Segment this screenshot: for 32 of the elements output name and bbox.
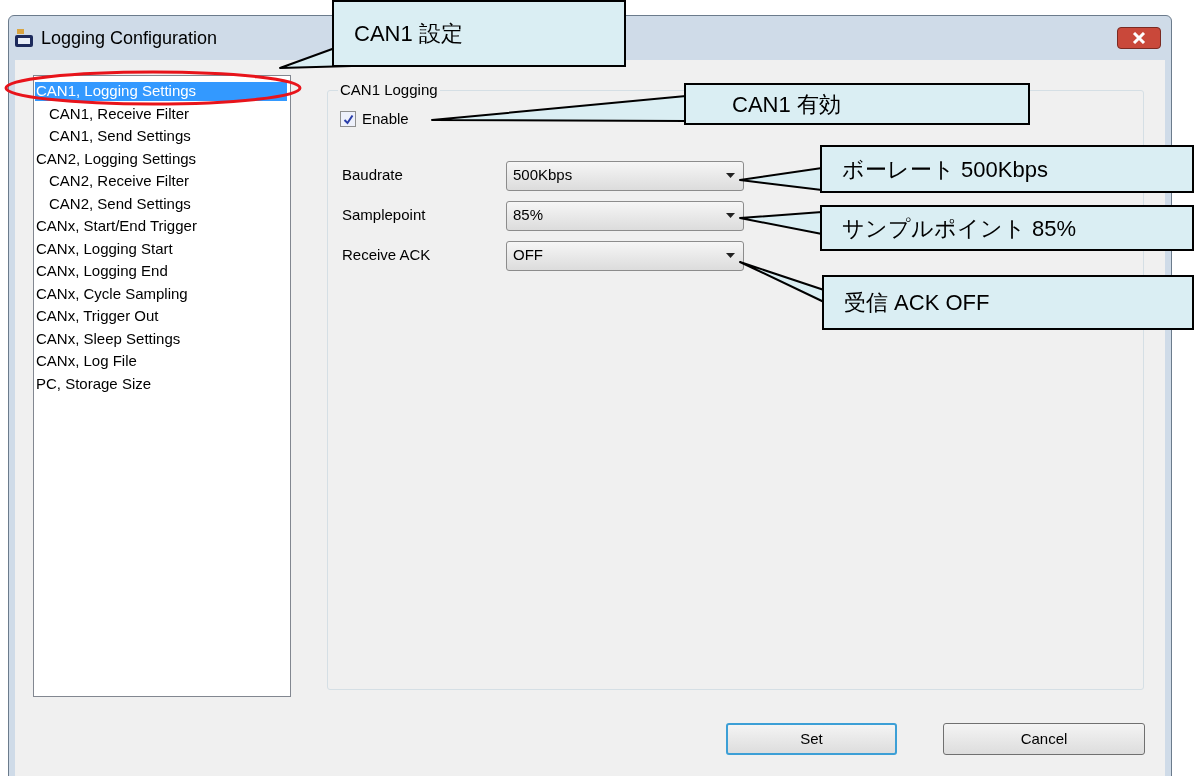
caret-icon xyxy=(726,253,735,258)
tree-item[interactable]: CANx, Cycle Sampling xyxy=(35,284,189,304)
tree-item[interactable]: CAN1, Receive Filter xyxy=(48,104,191,124)
callout-box: CAN1 設定 xyxy=(332,0,626,67)
tree-item[interactable]: CANx, Start/End Trigger xyxy=(35,217,198,236)
dropdown-field[interactable]: 85% xyxy=(506,200,744,231)
window-title: Logging Configuration xyxy=(41,26,218,50)
field-label: Receive ACK xyxy=(342,245,432,266)
close-icon xyxy=(1132,32,1146,44)
dropdown-field[interactable]: OFF xyxy=(506,240,744,271)
tree-item[interactable]: CAN1, Send Settings xyxy=(48,127,192,146)
tree-item[interactable]: CANx, Logging Start xyxy=(35,239,174,259)
enable-checkbox[interactable] xyxy=(340,111,356,128)
dialog-button[interactable]: Cancel xyxy=(943,723,1145,755)
dialog-button[interactable]: Set xyxy=(726,723,897,755)
tree-item[interactable]: CAN2, Send Settings xyxy=(48,194,192,214)
tree-item[interactable]: CANx, Logging End xyxy=(35,262,169,281)
tree-item[interactable]: PC, Storage Size xyxy=(35,374,153,394)
checkbox-label: Enable xyxy=(362,109,409,129)
log-camera-icon xyxy=(13,27,35,49)
dropdown-field[interactable]: 500Kbps xyxy=(506,160,744,191)
field-label: Samplepoint xyxy=(342,205,427,226)
close-button[interactable] xyxy=(1117,27,1161,49)
field-label: Baudrate xyxy=(342,165,404,186)
tree-item[interactable]: CANx, Sleep Settings xyxy=(35,329,182,349)
tree-item[interactable]: CAN2, Logging Settings xyxy=(35,149,198,169)
check-icon xyxy=(342,113,354,125)
caret-icon xyxy=(726,213,735,218)
tree-item[interactable]: CANx, Trigger Out xyxy=(35,307,160,326)
caret-icon xyxy=(726,173,735,178)
tree-item[interactable]: CANx, Log File xyxy=(35,352,138,371)
tree-item[interactable]: CAN2, Receive Filter xyxy=(48,172,191,191)
